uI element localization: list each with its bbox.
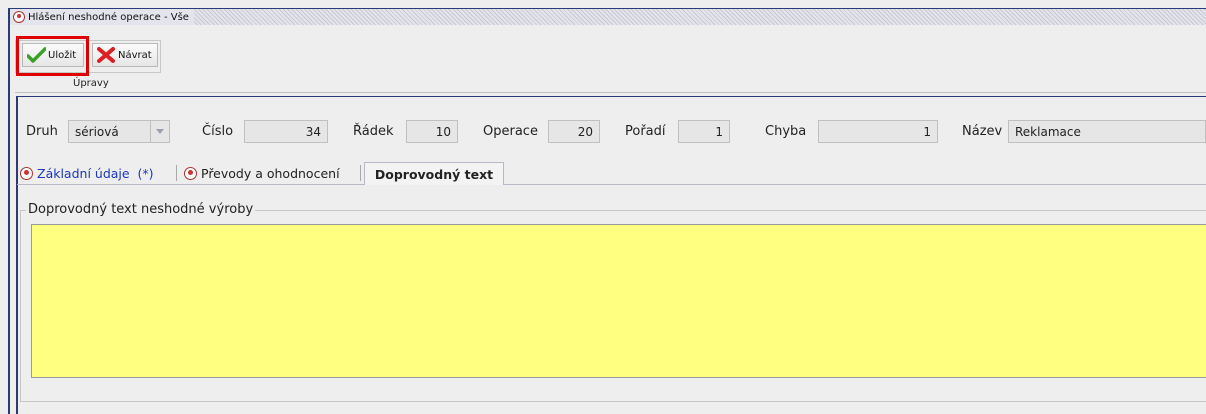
window-title: Hlášení neshodné operace - Vše — [28, 11, 189, 23]
toolbar — [10, 25, 1206, 92]
back-button-label: Návrat — [118, 49, 152, 61]
text-group-title: Doprovodný text neshodné výroby — [26, 202, 256, 217]
poradi-field[interactable]: 1 — [678, 120, 730, 143]
record-icon — [184, 166, 197, 180]
tab-prevody-a-ohodnoceni[interactable]: Převody a ohodnocení — [184, 162, 340, 184]
cislo-field[interactable]: 34 — [244, 120, 328, 143]
checkmark-icon — [27, 47, 46, 63]
toolbar-group-caption: Úpravy — [73, 78, 109, 89]
tab-separator — [360, 165, 361, 181]
tab-doprovodny-text[interactable]: Doprovodný text — [364, 162, 504, 185]
title-wrap: Hlášení neshodné operace - Vše — [10, 9, 194, 25]
nazev-label: Název — [962, 124, 1003, 139]
tab-separator — [176, 165, 177, 181]
tab-prevody-label: Převody a ohodnocení — [201, 165, 340, 181]
radek-label: Řádek — [353, 124, 394, 139]
tab-zakladni-udaje-label: Základní údaje (*) — [37, 165, 154, 181]
druh-combo[interactable]: sériová — [68, 120, 151, 143]
nazev-field[interactable]: Reklamace — [1008, 120, 1206, 143]
record-icon — [20, 166, 33, 180]
operace-field[interactable]: 20 — [548, 120, 600, 143]
chyba-field[interactable]: 1 — [818, 120, 938, 143]
tabs-baseline — [17, 184, 1206, 185]
title-bar[interactable]: Hlášení neshodné operace - Vše — [10, 9, 1206, 25]
back-button[interactable]: Návrat — [92, 43, 158, 67]
save-button-label: Uložit — [48, 49, 77, 61]
poradi-label: Pořadí — [625, 124, 666, 139]
tab-zakladni-udaje[interactable]: Základní údaje (*) — [20, 162, 154, 184]
chevron-down-icon[interactable] — [150, 120, 170, 143]
cislo-label: Číslo — [202, 124, 234, 139]
operace-label: Operace — [483, 124, 538, 139]
doprovodny-text-area[interactable] — [31, 224, 1206, 378]
red-x-icon — [97, 47, 115, 63]
tab-doprovodny-text-label: Doprovodný text — [374, 166, 494, 182]
app-icon — [13, 11, 25, 23]
chyba-label: Chyba — [765, 124, 807, 139]
druh-label: Druh — [26, 124, 58, 139]
save-button[interactable]: Uložit — [22, 43, 84, 67]
radek-field[interactable]: 10 — [406, 120, 458, 143]
toolbar-separator — [15, 92, 1206, 93]
